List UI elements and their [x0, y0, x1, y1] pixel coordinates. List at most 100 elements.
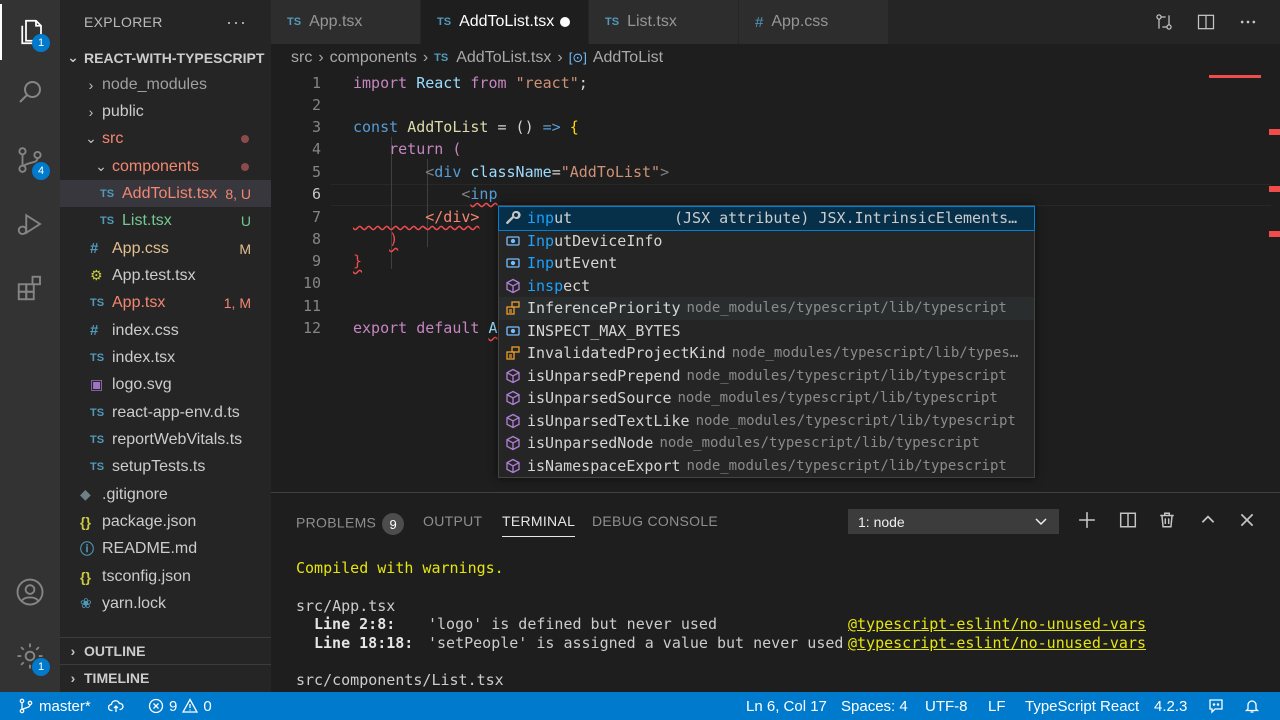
breadcrumb-item[interactable]: AddToList [593, 49, 663, 67]
tree-label: AddToList.tsx [122, 184, 218, 202]
breadcrumb-item[interactable]: AddToList.tsx [456, 49, 551, 67]
code-line-12: export default A [353, 319, 498, 337]
open-changes-icon[interactable] [1154, 12, 1174, 32]
suggest-item[interactable]: isUnparsedPrepend node_modules/typescrip… [499, 365, 1034, 388]
line-number: 8 [311, 230, 321, 248]
tree-file-report-web-vitals[interactable]: TS reportWebVitals.ts [60, 426, 271, 453]
terminal-rule-link[interactable]: @typescript-eslint/no-unused-vars [848, 615, 1146, 633]
tree-folder-node-modules[interactable]: › node_modules [60, 71, 271, 98]
tree-file-list[interactable]: TS List.tsx U [60, 207, 271, 234]
chevron-right-icon: › [70, 643, 76, 659]
terminal-rule-link[interactable]: @typescript-eslint/no-unused-vars [848, 634, 1146, 652]
code-line-7: </div> [425, 208, 480, 226]
sync-button[interactable] [108, 692, 124, 720]
line-number: 2 [311, 96, 321, 114]
code-line-5: <div className="AddToList"> [425, 163, 670, 181]
suggest-item[interactable]: InputEvent [499, 252, 1034, 275]
tree-file-readme[interactable]: ⓘ README.md [60, 535, 271, 562]
tab-app-tsx[interactable]: TS App.tsx [271, 0, 421, 44]
tab-debug-console[interactable]: DEBUG CONSOLE [592, 513, 718, 529]
split-editor-icon[interactable] [1196, 12, 1216, 32]
explorer-badge: 1 [32, 34, 50, 52]
tree-file-logo[interactable]: ▣ logo.svg [60, 371, 271, 398]
run-debug-activity[interactable] [0, 196, 60, 252]
suggest-item[interactable]: InferencePriority node_modules/typescrip… [499, 297, 1034, 320]
tree-folder-src[interactable]: ⌄ src [60, 125, 271, 152]
split-terminal-button[interactable] [1117, 509, 1139, 531]
suggest-item[interactable]: isUnparsedTextLike node_modules/typescri… [499, 410, 1034, 433]
cursor-position[interactable]: Ln 6, Col 17 [746, 692, 827, 720]
suggest-item[interactable]: isNamespaceExport node_modules/typescrip… [499, 455, 1034, 478]
indentation[interactable]: Spaces: 4 [841, 692, 908, 720]
tab-list-tsx[interactable]: TS List.tsx [589, 0, 739, 44]
git-file-icon: ◆ [80, 486, 91, 502]
tab-output[interactable]: OUTPUT [423, 513, 482, 529]
suggest-item[interactable]: InputDeviceInfo [499, 230, 1034, 253]
new-terminal-button[interactable] [1076, 509, 1098, 531]
tree-file-index-css[interactable]: # index.css [60, 317, 271, 344]
tree-file-tsconfig[interactable]: {} tsconfig.json [60, 563, 271, 590]
outline-section[interactable]: › OUTLINE [60, 637, 271, 664]
tree-file-package-json[interactable]: {} package.json [60, 508, 271, 535]
feedback-button[interactable] [1208, 692, 1224, 720]
tree-file-setup-tests[interactable]: TS setupTests.ts [60, 453, 271, 480]
tab-addtolist-tsx[interactable]: TS AddToList.tsx [421, 0, 589, 44]
tree-label: .gitignore [102, 485, 168, 503]
line-number: 7 [311, 208, 321, 226]
suggest-item[interactable]: INSPECT_MAX_BYTES [499, 320, 1034, 343]
unsaved-dot-icon[interactable] [560, 17, 570, 27]
terminal-select[interactable]: 1: node [848, 509, 1059, 534]
symbol-variable-icon: [⊙] [568, 49, 587, 65]
close-panel-button[interactable] [1236, 509, 1258, 531]
tab-app-css[interactable]: # App.css [739, 0, 889, 44]
suggest-item-input[interactable]: input (JSX attribute) JSX.IntrinsicEleme… [498, 206, 1035, 231]
search-activity[interactable] [0, 64, 60, 120]
tree-folder-components[interactable]: ⌄ components [60, 153, 271, 180]
language-mode[interactable]: TypeScript React [1025, 692, 1139, 720]
more-actions-icon[interactable] [1238, 12, 1258, 32]
accounts-activity[interactable] [0, 564, 60, 620]
cursor-position-label: Ln 6, Col 17 [746, 697, 827, 715]
tree-file-addtolist[interactable]: TS AddToList.tsx 8, U [60, 180, 271, 207]
typescript-version[interactable]: 4.2.3 [1154, 692, 1187, 720]
maximize-panel-button[interactable] [1197, 509, 1219, 531]
problems-indicator[interactable]: 9 0 [148, 692, 212, 720]
source-control-activity[interactable]: 4 [0, 132, 60, 188]
tree-file-app-css[interactable]: # App.css M [60, 235, 271, 262]
tree-file-gitignore[interactable]: ◆ .gitignore [60, 481, 271, 508]
tree-file-react-app-env[interactable]: TS react-app-env.d.ts [60, 399, 271, 426]
notifications-button[interactable] [1244, 692, 1260, 720]
end-of-line[interactable]: LF [988, 692, 1006, 720]
tree-file-app-test[interactable]: ⚙ App.test.tsx [60, 262, 271, 289]
suggest-item[interactable]: isUnparsedNode node_modules/typescript/l… [499, 432, 1034, 455]
explorer-activity[interactable]: 1 [0, 4, 60, 60]
timeline-section[interactable]: › TIMELINE [60, 664, 271, 691]
kill-terminal-button[interactable] [1156, 509, 1178, 531]
autocomplete-suggest-widget[interactable]: input (JSX attribute) JSX.IntrinsicEleme… [498, 205, 1035, 478]
chevron-down-icon: ⌄ [67, 49, 79, 65]
encoding[interactable]: UTF-8 [925, 692, 968, 720]
tab-label: TERMINAL [502, 513, 576, 529]
suggest-detail: node_modules/typescript/lib/types… [731, 345, 1019, 362]
manage-activity[interactable]: 1 [0, 628, 60, 684]
workspace-root[interactable]: ⌄ REACT-WITH-TYPESCRIPT [60, 44, 271, 71]
tree-file-yarn-lock[interactable]: ❀ yarn.lock [60, 590, 271, 617]
tab-problems[interactable]: PROBLEMS 9 [296, 513, 405, 535]
line-number: 10 [302, 274, 321, 292]
close-icon [1240, 513, 1254, 527]
tab-label: AddToList.tsx [459, 13, 555, 30]
suggest-item[interactable]: isUnparsedSource node_modules/typescript… [499, 387, 1034, 410]
tree-file-app-tsx[interactable]: TS App.tsx 1, M [60, 289, 271, 316]
tab-terminal[interactable]: TERMINAL [502, 513, 576, 537]
tree-folder-public[interactable]: › public [60, 98, 271, 125]
breadcrumb-item[interactable]: components [330, 49, 417, 67]
suggest-item[interactable]: InvalidatedProjectKind node_modules/type… [499, 342, 1034, 365]
modified-dot [241, 134, 249, 143]
suggest-label: utDeviceInfo [554, 231, 663, 250]
suggest-item[interactable]: inspect [499, 275, 1034, 298]
branch-indicator[interactable]: master* [18, 692, 91, 720]
tree-file-index-tsx[interactable]: TS index.tsx [60, 344, 271, 371]
extensions-activity[interactable] [0, 260, 60, 316]
more-actions-icon[interactable]: ··· [226, 12, 247, 33]
breadcrumb-item[interactable]: src [291, 49, 312, 67]
